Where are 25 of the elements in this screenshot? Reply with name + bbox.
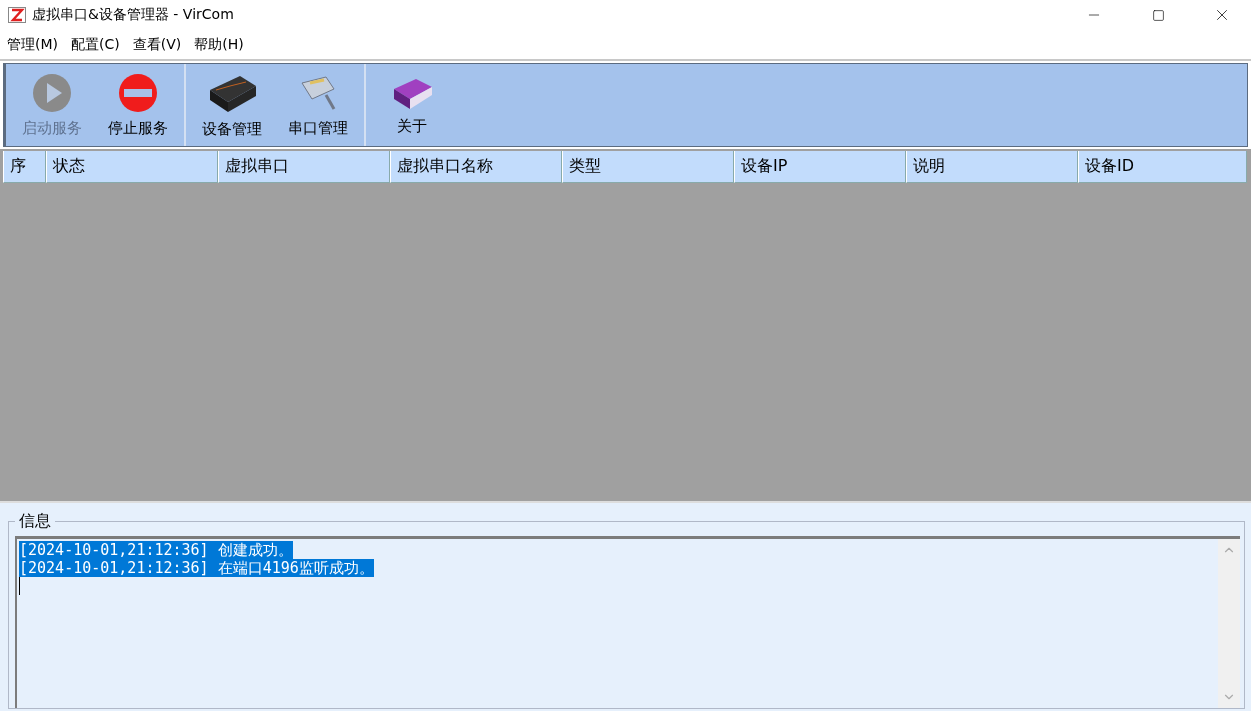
app-logo-icon: [8, 7, 26, 23]
menu-item[interactable]: 配置(C): [68, 35, 126, 54]
column-header[interactable]: 状态: [46, 151, 218, 183]
column-header[interactable]: 设备IP: [734, 151, 906, 183]
stop-icon: [118, 72, 158, 113]
menu-item[interactable]: 帮助(H): [191, 35, 250, 54]
toolbar-button[interactable]: 停止服务: [95, 64, 181, 146]
toolbar-button[interactable]: 设备管理: [189, 64, 275, 146]
column-header[interactable]: 设备ID: [1078, 151, 1247, 183]
text-cursor: [19, 577, 20, 595]
toolbar-button[interactable]: 串口管理: [275, 64, 361, 146]
toolbar-button[interactable]: 关于: [369, 64, 455, 146]
column-header[interactable]: 类型: [562, 151, 734, 183]
column-header[interactable]: 虚拟串口名称: [390, 151, 562, 183]
column-header[interactable]: 虚拟串口: [218, 151, 390, 183]
log-text-area[interactable]: [2024-10-01,21:12:36] 创建成功。 [2024-10-01,21:12:36] 在端口4196监听成功。: [15, 536, 1240, 708]
menu-item[interactable]: 管理(M): [4, 35, 64, 54]
window-title: 虚拟串口&设备管理器 - VirCom: [32, 6, 235, 24]
maximize-icon[interactable]: [1151, 8, 1165, 22]
play-icon: [32, 72, 72, 113]
column-header[interactable]: 序: [3, 151, 46, 183]
menu-item[interactable]: 查看(V): [129, 35, 188, 54]
scrollbar[interactable]: [1218, 539, 1240, 708]
column-header[interactable]: 说明: [906, 151, 1078, 183]
group-title: 信息: [18, 511, 52, 532]
